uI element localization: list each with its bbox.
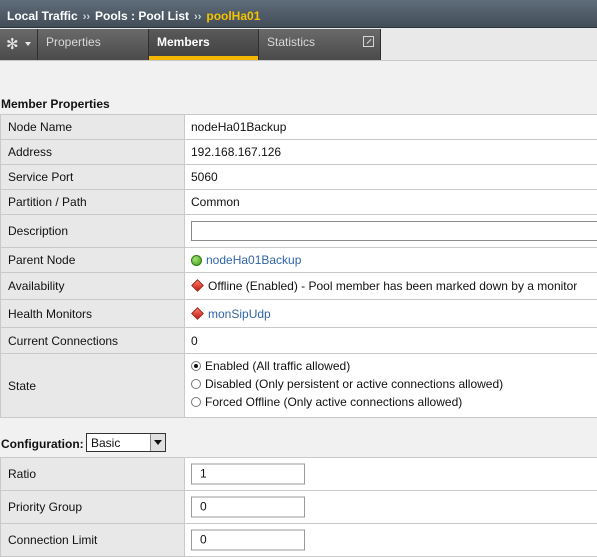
row-connection-limit: Connection Limit 0 [0, 524, 597, 557]
ratio-input[interactable]: 1 [191, 463, 305, 485]
partition-label: Partition / Path [8, 195, 87, 209]
row-node-name: Node Name nodeHa01Backup [0, 115, 597, 140]
breadcrumb-separator: ›› [194, 11, 202, 23]
row-partition: Partition / Path Common [0, 190, 597, 215]
member-properties-title: Member Properties [1, 97, 110, 111]
breadcrumb: Local Traffic ›› Pools : Pool List ›› poolHa… [7, 9, 260, 23]
configuration-select-value: Basic [91, 436, 121, 450]
tab-statistics[interactable]: Statistics [259, 29, 381, 60]
state-radio-forced-offline[interactable] [191, 397, 201, 407]
state-option-enabled[interactable]: Enabled (All traffic allowed) [191, 359, 503, 377]
health-monitors-label: Health Monitors [8, 306, 93, 321]
gear-menu-button[interactable]: ✻ [0, 29, 38, 60]
connection-limit-label: Connection Limit [8, 533, 98, 547]
state-radio-enabled[interactable] [191, 361, 201, 371]
breadcrumb-separator: ›› [82, 11, 91, 23]
breadcrumb-current: poolHa01 [206, 9, 261, 23]
tab-properties[interactable]: Properties [38, 29, 149, 60]
breadcrumb-local-traffic[interactable]: Local Traffic [7, 9, 78, 23]
gear-icon: ✻ [6, 36, 19, 53]
row-availability: Availability Offline (Enabled) - Pool me… [0, 273, 597, 300]
ratio-label: Ratio [8, 467, 37, 481]
tab-members[interactable]: Members [149, 29, 259, 60]
breadcrumb-bar: Local Traffic ›› Pools : Pool List ›› poolHa… [0, 0, 597, 28]
health-monitor-link[interactable]: monSipUdp [208, 307, 271, 321]
availability-value: Offline (Enabled) - Pool member has been… [208, 279, 578, 293]
row-health-monitors: Health Monitors monSipUdp [0, 300, 597, 328]
priority-group-input[interactable]: 0 [191, 496, 305, 518]
popout-icon[interactable] [363, 36, 374, 47]
monitor-down-icon [191, 306, 204, 320]
current-connections-value: 0 [191, 333, 198, 348]
node-name-value: nodeHa01Backup [191, 120, 287, 134]
state-option-disabled[interactable]: Disabled (Only persistent or active conn… [191, 377, 503, 395]
row-address: Address 192.168.167.126 [0, 140, 597, 165]
row-description: Description [0, 215, 597, 248]
description-input[interactable] [191, 221, 597, 241]
state-radio-disabled[interactable] [191, 379, 201, 389]
state-option-forced-offline[interactable]: Forced Offline (Only active connections … [191, 395, 503, 413]
breadcrumb-pool-list[interactable]: Pools : Pool List [95, 9, 189, 23]
active-tab-indicator [149, 56, 258, 60]
configuration-select[interactable]: Basic [86, 433, 166, 452]
state-label: State [8, 378, 37, 393]
address-label: Address [8, 145, 53, 159]
priority-group-label: Priority Group [8, 500, 83, 514]
state-option-label: Forced Offline (Only active connections … [205, 395, 463, 409]
parent-node-label: Parent Node [8, 253, 76, 267]
offline-status-icon [191, 279, 204, 292]
member-properties-table: Node Name nodeHa01Backup Address 192.168… [0, 114, 597, 418]
node-available-icon [191, 255, 202, 266]
chevron-down-icon [25, 42, 31, 46]
configuration-table: Ratio 1 Priority Group 0 Connection Limi… [0, 457, 597, 557]
state-option-label: Enabled (All traffic allowed) [205, 359, 351, 373]
service-port-value: 5060 [191, 170, 218, 184]
parent-node-link[interactable]: nodeHa01Backup [206, 253, 301, 267]
row-ratio: Ratio 1 [0, 458, 597, 491]
tab-bar: ✻ Properties Members Statistics [0, 28, 597, 61]
partition-value: Common [191, 195, 240, 209]
tab-members-label: Members [157, 35, 210, 49]
state-option-label: Disabled (Only persistent or active conn… [205, 377, 504, 391]
tab-statistics-label: Statistics [267, 35, 316, 49]
connection-limit-input[interactable]: 0 [191, 529, 305, 551]
row-current-connections: Current Connections 0 [0, 328, 597, 354]
state-radio-group: Enabled (All traffic allowed) Disabled (… [191, 359, 503, 413]
service-port-label: Service Port [8, 170, 74, 184]
row-service-port: Service Port 5060 [0, 165, 597, 190]
availability-label: Availability [8, 279, 65, 293]
current-connections-label: Current Connections [8, 333, 119, 348]
chevron-down-icon[interactable] [150, 434, 165, 451]
row-parent-node: Parent Node nodeHa01Backup [0, 248, 597, 273]
node-name-label: Node Name [8, 120, 73, 134]
address-value: 192.168.167.126 [191, 145, 282, 159]
tab-properties-label: Properties [46, 35, 101, 49]
configuration-label: Configuration: [1, 437, 84, 451]
description-label: Description [8, 224, 69, 238]
row-state: State Enabled (All traffic allowed) Disa… [0, 354, 597, 418]
row-priority-group: Priority Group 0 [0, 491, 597, 524]
